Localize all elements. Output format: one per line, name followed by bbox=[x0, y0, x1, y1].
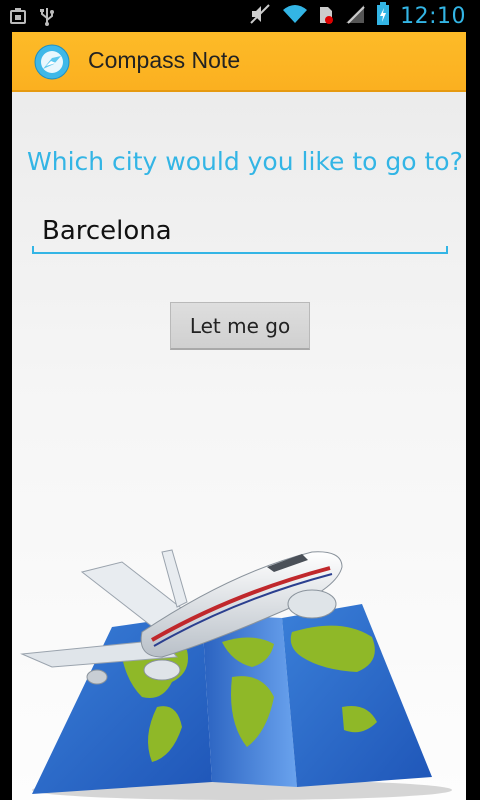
compass-note-icon[interactable] bbox=[34, 44, 70, 80]
usb-icon bbox=[38, 6, 56, 30]
airplane-map-illustration bbox=[12, 532, 466, 800]
main-content: Which city would you like to go to? Let … bbox=[12, 92, 466, 800]
sim-icon bbox=[318, 3, 334, 29]
status-bar: 12:10 bbox=[0, 0, 480, 32]
app-title: Compass Note bbox=[88, 47, 241, 73]
mute-icon bbox=[248, 2, 272, 30]
city-input-underline bbox=[32, 246, 448, 254]
city-input[interactable] bbox=[32, 209, 448, 253]
signal-icon bbox=[344, 3, 366, 29]
battery-charging-icon bbox=[376, 2, 390, 30]
wifi-icon bbox=[282, 3, 308, 29]
question-label: Which city would you like to go to? bbox=[27, 147, 463, 176]
let-me-go-button[interactable]: Let me go bbox=[170, 302, 310, 350]
android-debug-icon bbox=[8, 6, 28, 30]
action-bar: Compass Note bbox=[12, 32, 466, 92]
clock-time: 12:10 bbox=[400, 3, 466, 29]
